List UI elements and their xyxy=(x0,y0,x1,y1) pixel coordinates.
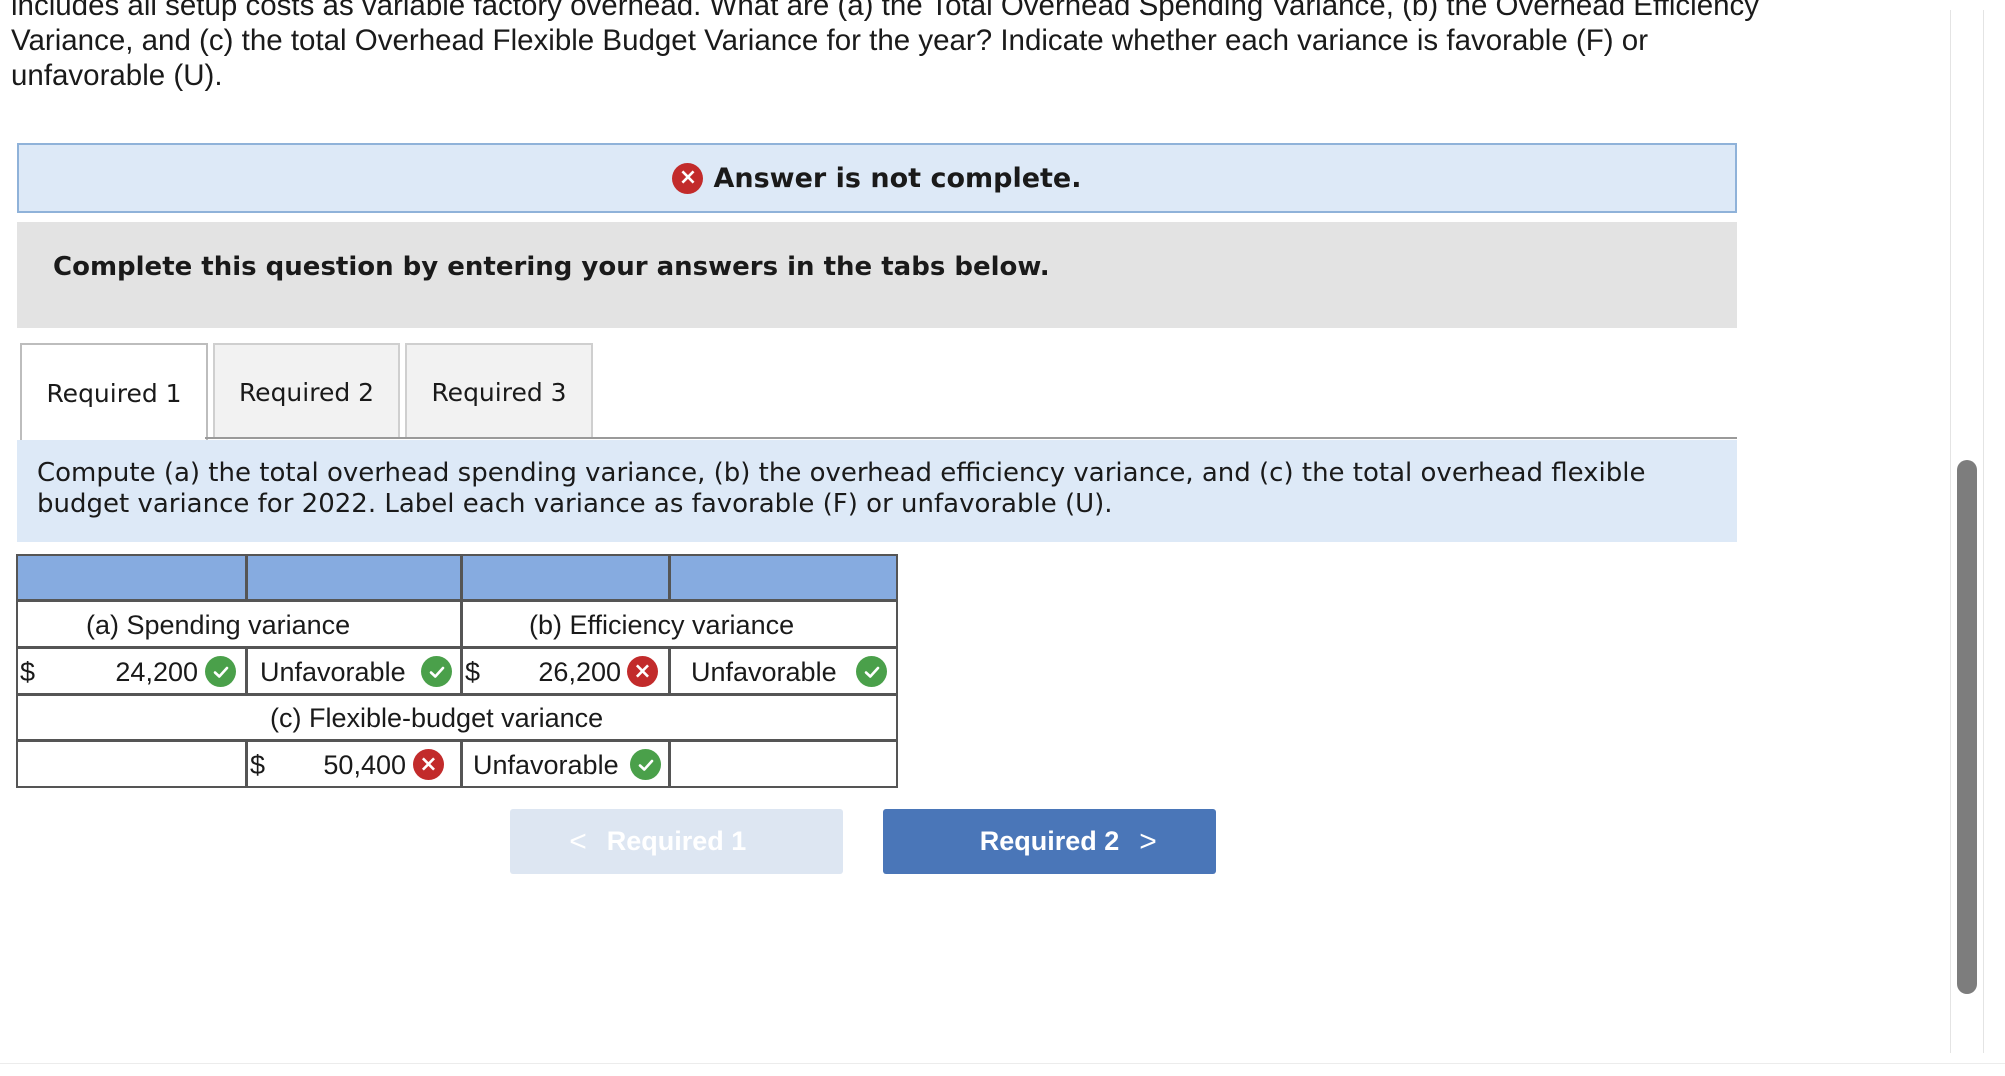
correct-check-icon xyxy=(205,656,236,687)
empty-cell xyxy=(669,740,898,788)
flexible-amount-cell[interactable]: $ 50,400 × xyxy=(246,740,462,788)
incorrect-x-icon: × xyxy=(413,749,444,780)
flexible-favorability-select[interactable]: Unfavorable xyxy=(473,750,619,781)
table-header-cell xyxy=(246,554,462,601)
spending-label-select-cell[interactable]: Unfavorable xyxy=(246,647,462,695)
question-text: includes all setup costs as variable fac… xyxy=(11,0,1901,93)
correct-check-icon xyxy=(630,749,661,780)
next-required-button[interactable]: < Required 2 > xyxy=(883,809,1216,874)
instructions-line-1: Compute (a) the total overhead spending … xyxy=(37,458,1646,488)
currency-symbol: $ xyxy=(250,750,266,780)
x-circle-icon: × xyxy=(672,162,704,194)
scrollbar-thumb[interactable] xyxy=(1957,460,1977,994)
divider xyxy=(0,1063,2005,1064)
currency-symbol: $ xyxy=(465,657,481,687)
empty-cell xyxy=(16,740,247,788)
spending-favorability-select[interactable]: Unfavorable xyxy=(260,657,406,688)
spending-amount-input[interactable]: 24,200 xyxy=(68,657,198,688)
question-line-3: unfavorable (U). xyxy=(11,59,223,92)
tab-required-3[interactable]: Required 3 xyxy=(405,343,593,439)
question-line-1: includes all setup costs as variable fac… xyxy=(11,0,1760,22)
efficiency-amount-cell[interactable]: $ 26,200 × xyxy=(461,647,670,695)
table-header-cell xyxy=(669,554,898,601)
efficiency-amount-input[interactable]: 26,200 xyxy=(503,657,621,688)
instructions-line-2: budget variance for 2022. Label each var… xyxy=(37,489,1113,519)
spending-variance-label: (a) Spending variance xyxy=(86,610,351,640)
correct-check-icon xyxy=(421,656,452,687)
efficiency-label-select-cell[interactable]: Unfavorable xyxy=(669,647,898,695)
correct-check-icon xyxy=(856,656,887,687)
tab-instructions: Compute (a) the total overhead spending … xyxy=(17,440,1737,542)
efficiency-variance-label: (b) Efficiency variance xyxy=(529,610,795,640)
tab-required-2[interactable]: Required 2 xyxy=(213,343,400,439)
prev-button-label: Required 1 xyxy=(606,826,747,856)
question-line-2: Variance, and (c) the total Overhead Fle… xyxy=(11,24,1649,57)
chevron-right-icon: > xyxy=(1139,824,1157,858)
next-button-label: Required 2 xyxy=(979,826,1120,856)
tab-divider xyxy=(205,437,1737,439)
table-header-cell xyxy=(16,554,247,601)
table-header-cell xyxy=(461,554,670,601)
answer-status-banner: × Answer is not complete. xyxy=(17,143,1737,213)
prev-required-button[interactable]: < Required 1 > xyxy=(510,809,843,874)
flexible-label-select-cell[interactable]: Unfavorable xyxy=(461,740,670,788)
spending-label-cell: (a) Spending variance xyxy=(16,600,462,648)
flexible-label-cell: (c) Flexible-budget variance xyxy=(16,694,898,741)
flexible-budget-variance-label: (c) Flexible-budget variance xyxy=(270,703,604,733)
instructions-header: Complete this question by entering your … xyxy=(17,222,1737,328)
flexible-amount-input[interactable]: 50,400 xyxy=(288,750,406,781)
complete-prompt: Complete this question by entering your … xyxy=(53,252,1050,282)
tab-required-1[interactable]: Required 1 xyxy=(20,343,208,441)
efficiency-label-cell: (b) Efficiency variance xyxy=(461,600,898,648)
currency-symbol: $ xyxy=(20,657,36,687)
answer-status-text: Answer is not complete. xyxy=(713,162,1082,194)
chevron-left-icon: < xyxy=(569,824,587,858)
efficiency-favorability-select[interactable]: Unfavorable xyxy=(691,657,837,688)
incorrect-x-icon: × xyxy=(627,656,658,687)
spending-amount-cell[interactable]: $ 24,200 xyxy=(16,647,247,695)
